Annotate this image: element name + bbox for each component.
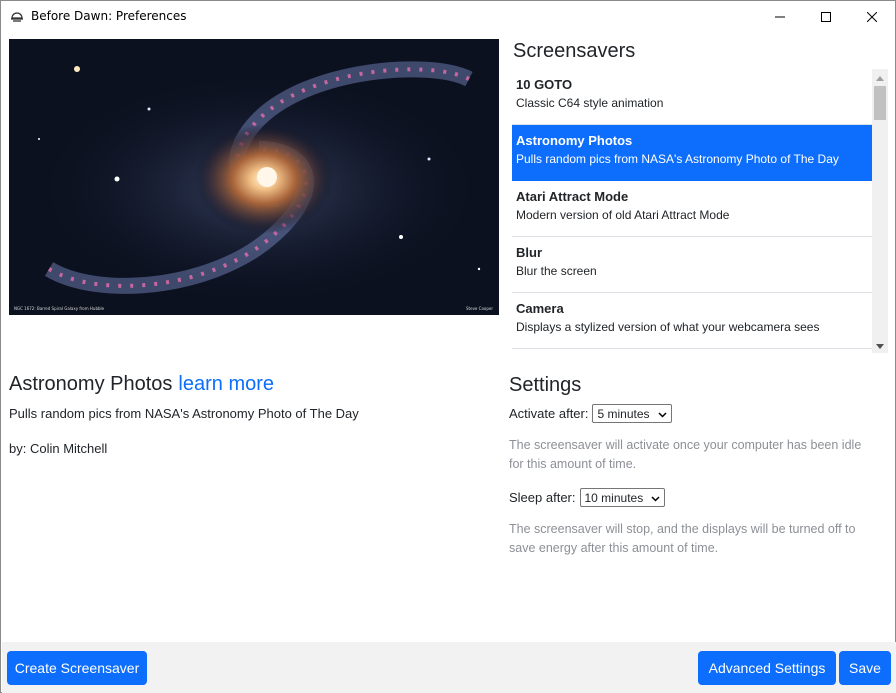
scroll-up-icon [876, 69, 884, 86]
sleep-after-value: 10 minutes [584, 490, 644, 505]
advanced-settings-button[interactable]: Advanced Settings [698, 651, 836, 685]
selected-screensaver-author: by: Colin Mitchell [9, 441, 108, 456]
create-screensaver-button[interactable]: Create Screensaver [7, 651, 147, 685]
activate-after-value: 5 minutes [597, 406, 650, 421]
list-scrollbar[interactable] [872, 69, 888, 353]
chevron-down-icon [657, 407, 667, 421]
list-item[interactable]: Camera Displays a stylized version of wh… [512, 293, 872, 349]
scroll-up-button[interactable] [872, 69, 888, 85]
list-item-name: Astronomy Photos [516, 133, 633, 148]
list-item-name: 10 GOTO [516, 77, 573, 92]
list-item-name: Camera [516, 301, 564, 316]
app-icon [10, 9, 24, 23]
window-title: Before Dawn: Preferences [31, 9, 187, 23]
maximize-button[interactable] [803, 1, 849, 32]
screensaver-list[interactable]: 10 GOTO Classic C64 style animation Astr… [512, 69, 888, 353]
activate-after-select[interactable]: 5 minutes [592, 404, 672, 423]
list-item[interactable]: Atari Attract Mode Modern version of old… [512, 181, 872, 237]
close-button[interactable] [849, 1, 895, 32]
list-item-description: Pulls random pics from NASA's Astronomy … [516, 152, 839, 166]
list-item-description: Modern version of old Atari Attract Mode [516, 208, 730, 222]
selected-screensaver-description: Pulls random pics from NASA's Astronomy … [9, 406, 359, 421]
sleep-after-row: Sleep after: 10 minutes [509, 488, 666, 507]
scrollbar-thumb[interactable] [874, 86, 886, 120]
list-item-name: Blur [516, 245, 542, 260]
screensavers-heading: Screensavers [513, 40, 636, 62]
minimize-icon [775, 12, 785, 22]
scroll-down-icon [876, 336, 884, 353]
list-item[interactable]: 10 GOTO Classic C64 style animation [512, 69, 872, 125]
maximize-icon [821, 11, 831, 22]
learn-more-link[interactable]: learn more [178, 373, 274, 395]
list-item[interactable]: Blur Blur the screen [512, 237, 872, 293]
activate-after-help: The screensaver will activate once your … [509, 438, 862, 471]
sleep-after-label: Sleep after: [509, 490, 576, 505]
screensaver-preview-image: NGC 1672: Barred Spiral Galaxy from Hubb… [9, 39, 499, 315]
chevron-down-icon [651, 491, 660, 505]
scroll-down-button[interactable] [872, 337, 888, 353]
sleep-after-help: The screensaver will stop, and the displ… [509, 522, 856, 555]
sleep-after-select[interactable]: 10 minutes [579, 488, 666, 507]
close-icon [867, 11, 877, 22]
preview-credit: Steve Cooper [466, 306, 493, 311]
preview-caption: NGC 1672: Barred Spiral Galaxy from Hubb… [14, 306, 105, 311]
list-item-selected[interactable]: Astronomy Photos Pulls random pics from … [512, 125, 872, 181]
list-item-description: Displays a stylized version of what your… [516, 320, 820, 334]
settings-heading: Settings [509, 374, 582, 396]
selected-screensaver-title: Astronomy Photos learn more [9, 373, 274, 396]
activate-after-label: Activate after: [509, 406, 589, 421]
minimize-button[interactable] [757, 1, 803, 32]
selected-screensaver-name: Astronomy Photos [9, 373, 173, 395]
activate-after-row: Activate after: 5 minutes [509, 404, 672, 423]
preferences-window: Before Dawn: Preferences NGC 1672: Barre… [0, 0, 896, 693]
list-item-name: Atari Attract Mode [516, 189, 629, 204]
save-button[interactable]: Save [839, 651, 891, 685]
title-bar[interactable]: Before Dawn: Preferences [1, 1, 895, 32]
list-item-description: Classic C64 style animation [516, 96, 664, 110]
list-item-description: Blur the screen [516, 264, 597, 278]
